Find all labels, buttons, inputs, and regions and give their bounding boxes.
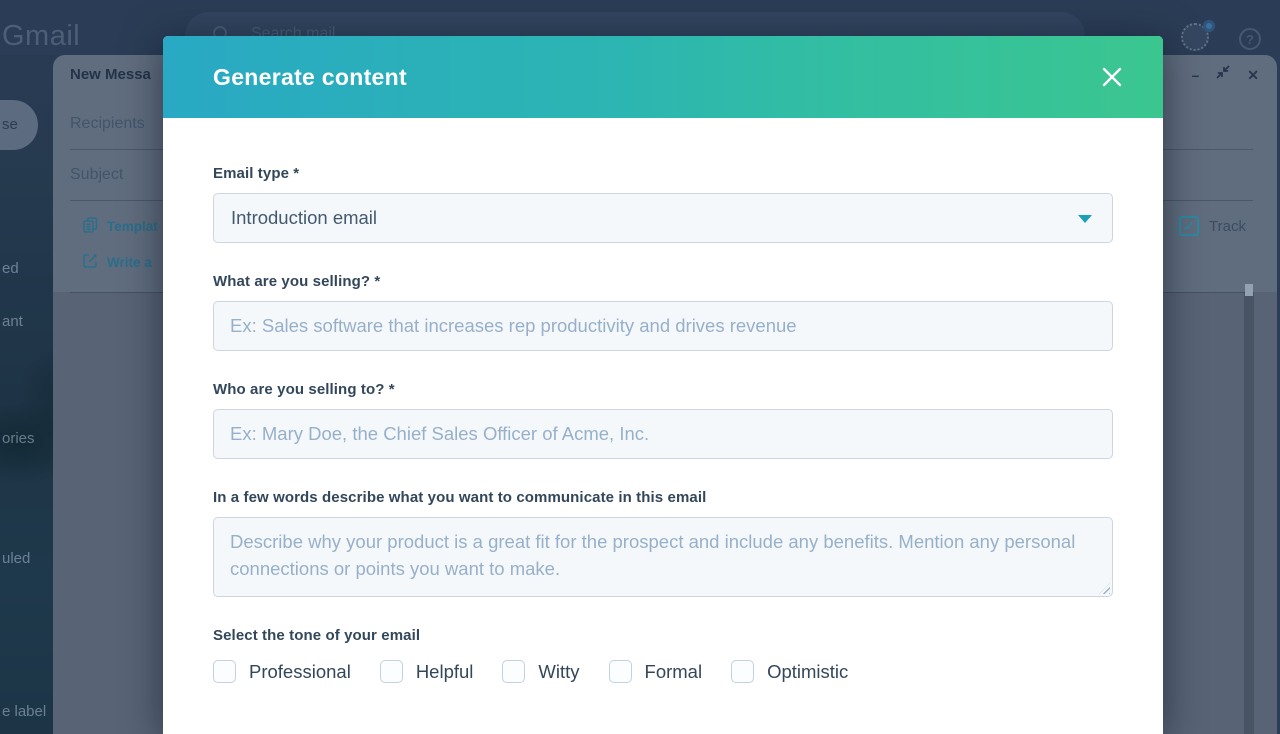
tone-option-optimistic[interactable]: Optimistic	[731, 660, 848, 683]
edit-pencil-icon	[83, 253, 98, 271]
track-label: Track	[1209, 218, 1246, 235]
modal-header: Generate content	[163, 36, 1163, 118]
selling-what-input[interactable]	[213, 301, 1113, 351]
compose-window-controls: – ✕	[1191, 65, 1259, 84]
email-type-select[interactable]: Introduction email	[213, 193, 1113, 243]
track-checkbox-checked-icon[interactable]: ✓	[1179, 216, 1199, 236]
sidebar-item-categories[interactable]: ories	[2, 430, 35, 447]
write-link[interactable]: Write a	[83, 253, 152, 271]
chevron-down-icon	[1078, 215, 1092, 223]
subject-field[interactable]: Subject	[70, 166, 123, 184]
collapse-icon[interactable]	[1216, 65, 1230, 84]
checkbox-unchecked-icon[interactable]	[609, 660, 632, 683]
selling-who-field: Who are you selling to? *	[213, 381, 1113, 459]
checkbox-unchecked-icon[interactable]	[502, 660, 525, 683]
selling-what-label: What are you selling? *	[213, 273, 1113, 290]
generate-content-modal: Generate content Email type * Introducti…	[163, 36, 1163, 734]
tone-option-label: Professional	[249, 661, 351, 683]
email-type-value: Introduction email	[231, 207, 377, 228]
sidebar-item-snoozed[interactable]: ed	[2, 260, 19, 277]
tone-option-formal[interactable]: Formal	[609, 660, 703, 683]
tone-option-label: Witty	[538, 661, 579, 683]
templates-label: Templat	[107, 219, 158, 234]
minimize-icon[interactable]: –	[1191, 66, 1199, 84]
message-field: In a few words describe what you want to…	[213, 489, 1113, 597]
track-toggle[interactable]: ✓ Track	[1179, 216, 1246, 236]
scrollbar-thumb[interactable]	[1245, 284, 1253, 296]
tone-option-label: Formal	[645, 661, 703, 683]
tone-option-witty[interactable]: Witty	[502, 660, 579, 683]
email-type-label: Email type *	[213, 165, 1113, 182]
help-icon[interactable]: ?	[1239, 28, 1261, 50]
compose-button[interactable]: se	[0, 100, 38, 150]
templates-link[interactable]: Templat	[83, 217, 158, 236]
sidebar-item-scheduled[interactable]: uled	[2, 550, 30, 567]
message-label: In a few words describe what you want to…	[213, 489, 1113, 506]
tone-option-helpful[interactable]: Helpful	[380, 660, 474, 683]
sidebar-item-create-label[interactable]: e label	[2, 703, 46, 720]
modal-body: Email type * Introduction email What are…	[163, 118, 1163, 683]
tone-option-professional[interactable]: Professional	[213, 660, 351, 683]
tone-options: Professional Helpful Witty Formal	[213, 660, 1113, 683]
tone-field: Select the tone of your email Profession…	[213, 627, 1113, 683]
modal-title: Generate content	[213, 64, 407, 91]
screen: Gmail Search mail ? se ed ant ories uled…	[0, 0, 1280, 734]
compose-window-title: New Messa	[70, 66, 151, 83]
scrollbar[interactable]	[1244, 292, 1254, 734]
checkbox-unchecked-icon[interactable]	[731, 660, 754, 683]
close-icon[interactable]	[1099, 64, 1125, 90]
extension-badge	[1203, 20, 1215, 32]
message-textarea[interactable]	[213, 517, 1113, 597]
tone-label: Select the tone of your email	[213, 627, 1113, 644]
checkbox-unchecked-icon[interactable]	[380, 660, 403, 683]
email-type-field: Email type * Introduction email	[213, 165, 1113, 243]
compose-button-label: se	[2, 116, 18, 133]
selling-who-label: Who are you selling to? *	[213, 381, 1113, 398]
sidebar-item-important[interactable]: ant	[2, 313, 23, 330]
selling-who-input[interactable]	[213, 409, 1113, 459]
checkbox-unchecked-icon[interactable]	[213, 660, 236, 683]
tone-option-label: Optimistic	[767, 661, 848, 683]
gmail-logo: Gmail	[2, 20, 80, 53]
extension-sprocket-icon[interactable]	[1181, 23, 1209, 51]
selling-what-field: What are you selling? *	[213, 273, 1113, 351]
tone-option-label: Helpful	[416, 661, 474, 683]
write-label: Write a	[107, 255, 152, 270]
close-window-icon[interactable]: ✕	[1247, 66, 1259, 84]
templates-icon	[83, 217, 98, 236]
recipients-field[interactable]: Recipients	[70, 115, 145, 133]
